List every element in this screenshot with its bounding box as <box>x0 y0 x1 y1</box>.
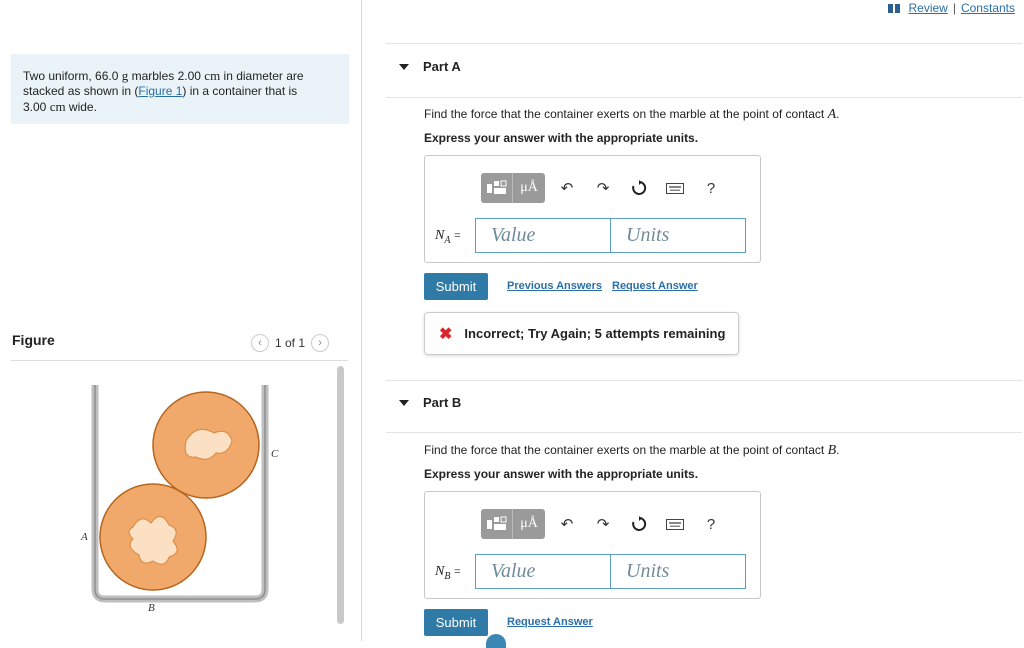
part-b-title: Part B <box>423 395 462 410</box>
caret-down-icon <box>399 63 409 70</box>
caret-down-icon <box>399 399 409 406</box>
panel-divider <box>361 0 362 641</box>
figure-area: A B C <box>11 360 348 642</box>
part-a-header[interactable]: Part A <box>399 59 461 74</box>
keyboard-icon[interactable] <box>661 173 689 203</box>
reset-icon[interactable] <box>625 509 653 539</box>
part-a-answer-box: μÅ ↶ ↷ ? NA = Value Units <box>424 155 761 263</box>
variable-label: NB = <box>435 564 461 582</box>
error-icon: ✖ <box>439 325 453 343</box>
part-b-separator <box>386 380 1022 381</box>
part-a-separator <box>386 43 1022 44</box>
help-icon[interactable]: ? <box>697 173 725 203</box>
value-input[interactable]: Value <box>475 554 611 589</box>
units-input[interactable]: Units <box>610 554 746 589</box>
contact-point: A <box>827 107 837 122</box>
problem-statement: Two uniform, 66.0 g marbles 2.00 cm in d… <box>11 54 349 124</box>
marbles-figure: A B C <box>80 385 279 614</box>
problem-text: marbles <box>128 69 178 83</box>
part-b-request-answer-link[interactable]: Request Answer <box>507 616 593 628</box>
part-a-submit-button[interactable]: Submit <box>424 273 488 300</box>
help-bubble[interactable] <box>486 634 506 648</box>
pager-text: 1 of 1 <box>275 336 306 350</box>
templates-button[interactable] <box>481 509 513 539</box>
symbols-button[interactable]: μÅ <box>513 173 545 203</box>
part-a-question: Find the force that the container exerts… <box>424 107 840 122</box>
undo-icon[interactable]: ↶ <box>553 509 581 539</box>
diameter-unit: cm <box>204 68 221 83</box>
diameter-value: 2.00 <box>177 69 201 83</box>
problem-text: ) in a container that is <box>182 84 298 98</box>
templates-button[interactable] <box>481 173 513 203</box>
mass-value: 66.0 <box>95 69 119 83</box>
question-text: Find the force that the container exerts… <box>424 107 828 121</box>
width-value: 3.00 <box>23 100 47 114</box>
part-a-separator-lower <box>386 97 1022 98</box>
template-icon <box>486 516 506 530</box>
feedback-message: ✖ Incorrect; Try Again; 5 attempts remai… <box>424 312 739 355</box>
contact-point: B <box>827 443 837 458</box>
part-b-submit-button[interactable]: Submit <box>424 609 488 636</box>
prev-figure-button[interactable]: ‹ <box>251 334 269 352</box>
variable-label: NA = <box>435 228 461 246</box>
label-a: A <box>80 531 88 543</box>
problem-text: Two uniform, <box>23 69 96 83</box>
header-separator: | <box>952 1 956 15</box>
units-input[interactable]: Units <box>610 218 746 253</box>
part-b-separator-lower <box>386 432 1022 433</box>
reset-icon[interactable] <box>625 173 653 203</box>
width-unit: cm <box>49 99 66 114</box>
part-b-question: Find the force that the container exerts… <box>424 443 840 458</box>
part-a-instruction: Express your answer with the appropriate… <box>424 131 699 145</box>
constants-link[interactable]: Constants <box>961 1 1015 15</box>
part-a-title: Part A <box>423 59 461 74</box>
feedback-text: Incorrect; Try Again; 5 attempts remaini… <box>464 326 726 341</box>
book-icon <box>888 3 901 13</box>
help-icon[interactable]: ? <box>697 509 725 539</box>
review-link[interactable]: Review <box>908 1 947 15</box>
part-b-header[interactable]: Part B <box>399 395 461 410</box>
figure-link[interactable]: Figure 1 <box>138 84 182 98</box>
redo-icon[interactable]: ↷ <box>589 173 617 203</box>
part-b-instruction: Express your answer with the appropriate… <box>424 467 699 481</box>
header-links: Review | Constants <box>888 1 1015 15</box>
figure-title: Figure <box>12 332 55 348</box>
part-a-request-answer-link[interactable]: Request Answer <box>612 280 698 292</box>
label-c: C <box>271 448 279 460</box>
value-input[interactable]: Value <box>475 218 611 253</box>
previous-answers-link[interactable]: Previous Answers <box>507 280 602 292</box>
question-text: Find the force that the container exerts… <box>424 443 828 457</box>
label-b: B <box>148 602 155 614</box>
template-icon <box>486 180 506 194</box>
problem-text: wide. <box>65 100 97 114</box>
keyboard-icon[interactable] <box>661 509 689 539</box>
part-b-answer-box: μÅ ↶ ↷ ? NB = Value Units <box>424 491 761 599</box>
figure-scrollbar[interactable] <box>337 366 344 624</box>
math-toolbar: μÅ ↶ ↷ ? <box>481 173 725 203</box>
math-toolbar: μÅ ↶ ↷ ? <box>481 509 725 539</box>
figure-pager: ‹ 1 of 1 › <box>251 334 330 352</box>
redo-icon[interactable]: ↷ <box>589 509 617 539</box>
symbols-button[interactable]: μÅ <box>513 509 545 539</box>
next-figure-button[interactable]: › <box>311 334 330 352</box>
undo-icon[interactable]: ↶ <box>553 173 581 203</box>
